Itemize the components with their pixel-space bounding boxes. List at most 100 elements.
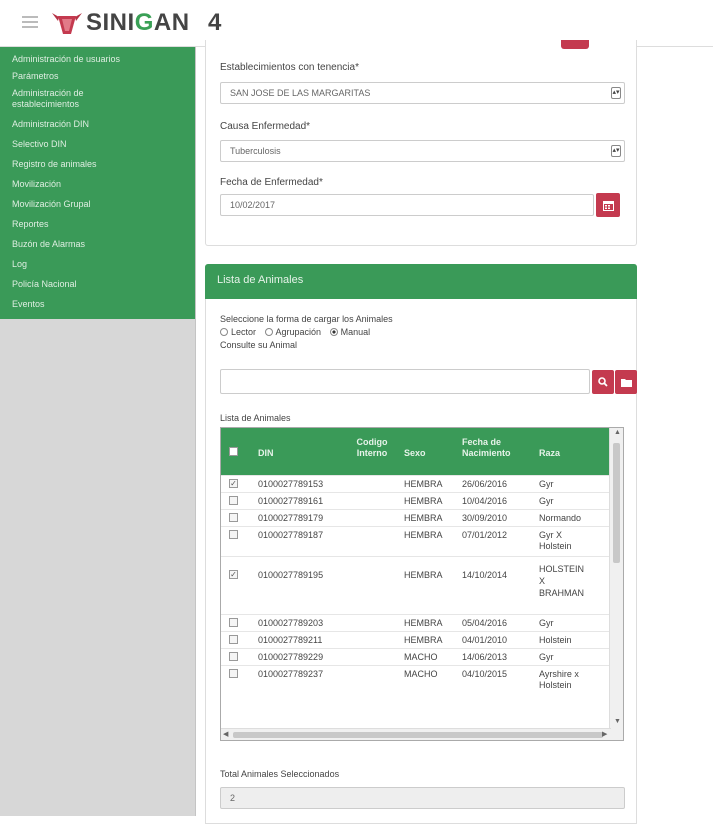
consulte-input[interactable] [220, 369, 590, 394]
forma-carga-options: Lector Agrupación Manual [220, 327, 370, 337]
row-checkbox[interactable] [229, 669, 238, 678]
row-checkbox[interactable] [229, 618, 238, 627]
table-row[interactable]: 0100027789187 HEMBRA 07/01/2012 Gyr X Ho… [221, 526, 609, 556]
col-raza[interactable]: Raza [539, 448, 560, 459]
cell-din: 0100027789161 [258, 496, 324, 506]
table-row[interactable]: 0100027789179 HEMBRA 30/09/2010 Normando [221, 509, 609, 526]
col-sexo[interactable]: Sexo [404, 448, 426, 459]
cell-sexo: HEMBRA [404, 496, 443, 506]
scroll-right-icon[interactable]: ▶ [602, 730, 607, 738]
cell-fecha: 30/09/2010 [462, 513, 508, 523]
brand-name: SINIGAN [86, 9, 190, 36]
table-row[interactable]: ✓ 0100027789153 HEMBRA 26/06/2016 Gyr [221, 475, 609, 492]
sidebar-item-eventos[interactable]: Eventos [0, 296, 195, 313]
table-row[interactable]: 0100027789211 HEMBRA 04/01/2010 Holstein [221, 631, 609, 648]
fecha-input[interactable]: 10/02/2017 [220, 194, 594, 216]
table-row[interactable]: 0100027789237 MACHO 04/10/2015 Ayrshire … [221, 665, 609, 697]
total-label: Total Animales Seleccionados [220, 769, 340, 779]
table-row[interactable]: ✓ 0100027789195 HEMBRA 14/10/2014 HOLSTE… [221, 556, 609, 614]
panel-red-tab[interactable] [561, 40, 589, 49]
scroll-up-icon[interactable]: ▲ [614, 429, 621, 436]
sidebar-item-usuarios[interactable]: Administración de usuarios [0, 51, 195, 68]
cell-raza: Normando [539, 513, 582, 523]
radio-selected-icon [329, 328, 338, 336]
search-icon [598, 377, 608, 387]
radio-lector-label: Lector [231, 327, 257, 337]
radio-agrupacion[interactable]: Agrupación [264, 327, 322, 337]
cell-sexo: HEMBRA [404, 513, 443, 523]
brand-version: 4 [208, 9, 222, 36]
search-button[interactable] [592, 370, 614, 394]
row-checkbox[interactable] [229, 635, 238, 644]
cell-sexo: MACHO [404, 652, 438, 662]
calendar-button[interactable] [596, 193, 620, 217]
row-checkbox-checked[interactable]: ✓ [229, 570, 238, 579]
sidebar-item-policia[interactable]: Policía Nacional [0, 276, 195, 293]
animales-table: DIN Codigo Interno Sexo Fecha de Nacimie… [220, 427, 624, 741]
establecimiento-label: Establecimientos con tenencia* [220, 62, 359, 73]
menu-toggle-icon[interactable] [22, 16, 38, 28]
sidebar-item-movilizacion[interactable]: Movilización [0, 176, 195, 193]
sidebar-item-selectivo-din[interactable]: Selectivo DIN [0, 136, 195, 153]
table-horizontal-scrollbar[interactable]: ◀ ▶ [221, 728, 611, 740]
causa-label: Causa Enfermedad* [220, 121, 311, 132]
scroll-down-icon[interactable]: ▼ [614, 718, 621, 725]
col-fecha[interactable]: Fecha de Nacimiento [462, 437, 517, 459]
sidebar-item-log[interactable]: Log [0, 256, 195, 273]
table-row[interactable]: 0100027789161 HEMBRA 10/04/2016 Gyr [221, 492, 609, 509]
cell-din: 0100027789229 [258, 652, 324, 662]
cell-din: 0100027789211 [258, 635, 323, 645]
cell-din: 0100027789195 [258, 570, 324, 580]
cell-fecha: 07/01/2012 [462, 530, 508, 540]
cell-sexo: HEMBRA [404, 635, 443, 645]
cell-din: 0100027789179 [258, 513, 324, 523]
horizontal-scroll-thumb[interactable] [233, 732, 603, 738]
sidebar-item-establecimientos[interactable]: Administración de establecimientos [0, 85, 110, 113]
cell-din: 0100027789187 [258, 530, 324, 540]
table-row[interactable]: 0100027789229 MACHO 14/06/2013 Gyr [221, 648, 609, 665]
sidebar-item-reportes[interactable]: Reportes [0, 216, 195, 233]
sidebar-item-movilizacion-grupal[interactable]: Movilización Grupal [0, 196, 195, 213]
folder-button[interactable] [615, 370, 637, 394]
cell-raza: Gyr X Holstein [539, 530, 572, 551]
row-checkbox[interactable] [229, 496, 238, 505]
sidebar-item-registro-animales[interactable]: Registro de animales [0, 156, 195, 173]
calendar-icon [602, 200, 614, 211]
select-all-checkbox[interactable] [229, 447, 238, 456]
radio-lector[interactable]: Lector [220, 327, 256, 337]
table-vertical-scrollbar[interactable]: ▲ ▼ [609, 428, 623, 740]
sidebar-item-parametros[interactable]: Parámetros [0, 68, 195, 85]
col-din[interactable]: DIN [258, 448, 274, 459]
radio-icon [220, 328, 228, 336]
table-row[interactable]: 0100027789203 HEMBRA 05/04/2016 Gyr [221, 614, 609, 631]
vertical-scroll-thumb[interactable] [613, 443, 620, 563]
row-checkbox[interactable] [229, 652, 238, 661]
sidebar-item-admin-din[interactable]: Administración DIN [0, 116, 195, 133]
sidebar: Administración de usuarios Parámetros Ad… [0, 47, 196, 816]
radio-agrupacion-label: Agrupación [275, 327, 322, 337]
total-field: 2 [220, 787, 625, 809]
cell-raza: Gyr [539, 618, 554, 628]
select-arrow-icon: ▴▾ [611, 87, 621, 99]
sidebar-item-buzon-alarmas[interactable]: Buzón de Alarmas [0, 236, 195, 253]
cell-fecha: 05/04/2016 [462, 618, 508, 628]
col-codigo[interactable]: Codigo Interno [352, 437, 392, 459]
row-checkbox[interactable] [229, 513, 238, 522]
cell-raza: Ayrshire x Holstein [539, 669, 579, 690]
radio-manual-label: Manual [340, 327, 371, 337]
cell-sexo: HEMBRA [404, 479, 443, 489]
establecimiento-select[interactable]: SAN JOSE DE LAS MARGARITAS ▴▾ [220, 82, 625, 104]
cell-raza: HOLSTEIN X BRAHMAN [539, 564, 585, 598]
cell-din: 0100027789153 [258, 479, 324, 489]
radio-manual[interactable]: Manual [329, 327, 371, 337]
cell-fecha: 04/01/2010 [462, 635, 508, 645]
cell-raza: Gyr [539, 496, 554, 506]
causa-select[interactable]: Tuberculosis ▴▾ [220, 140, 625, 162]
cell-fecha: 26/06/2016 [462, 479, 508, 489]
cell-fecha: 14/10/2014 [462, 570, 508, 580]
row-checkbox[interactable] [229, 530, 238, 539]
cell-din: 0100027789237 [258, 669, 324, 679]
scroll-left-icon[interactable]: ◀ [223, 730, 228, 738]
consulte-label: Consulte su Animal [220, 340, 298, 350]
row-checkbox-checked[interactable]: ✓ [229, 479, 238, 488]
